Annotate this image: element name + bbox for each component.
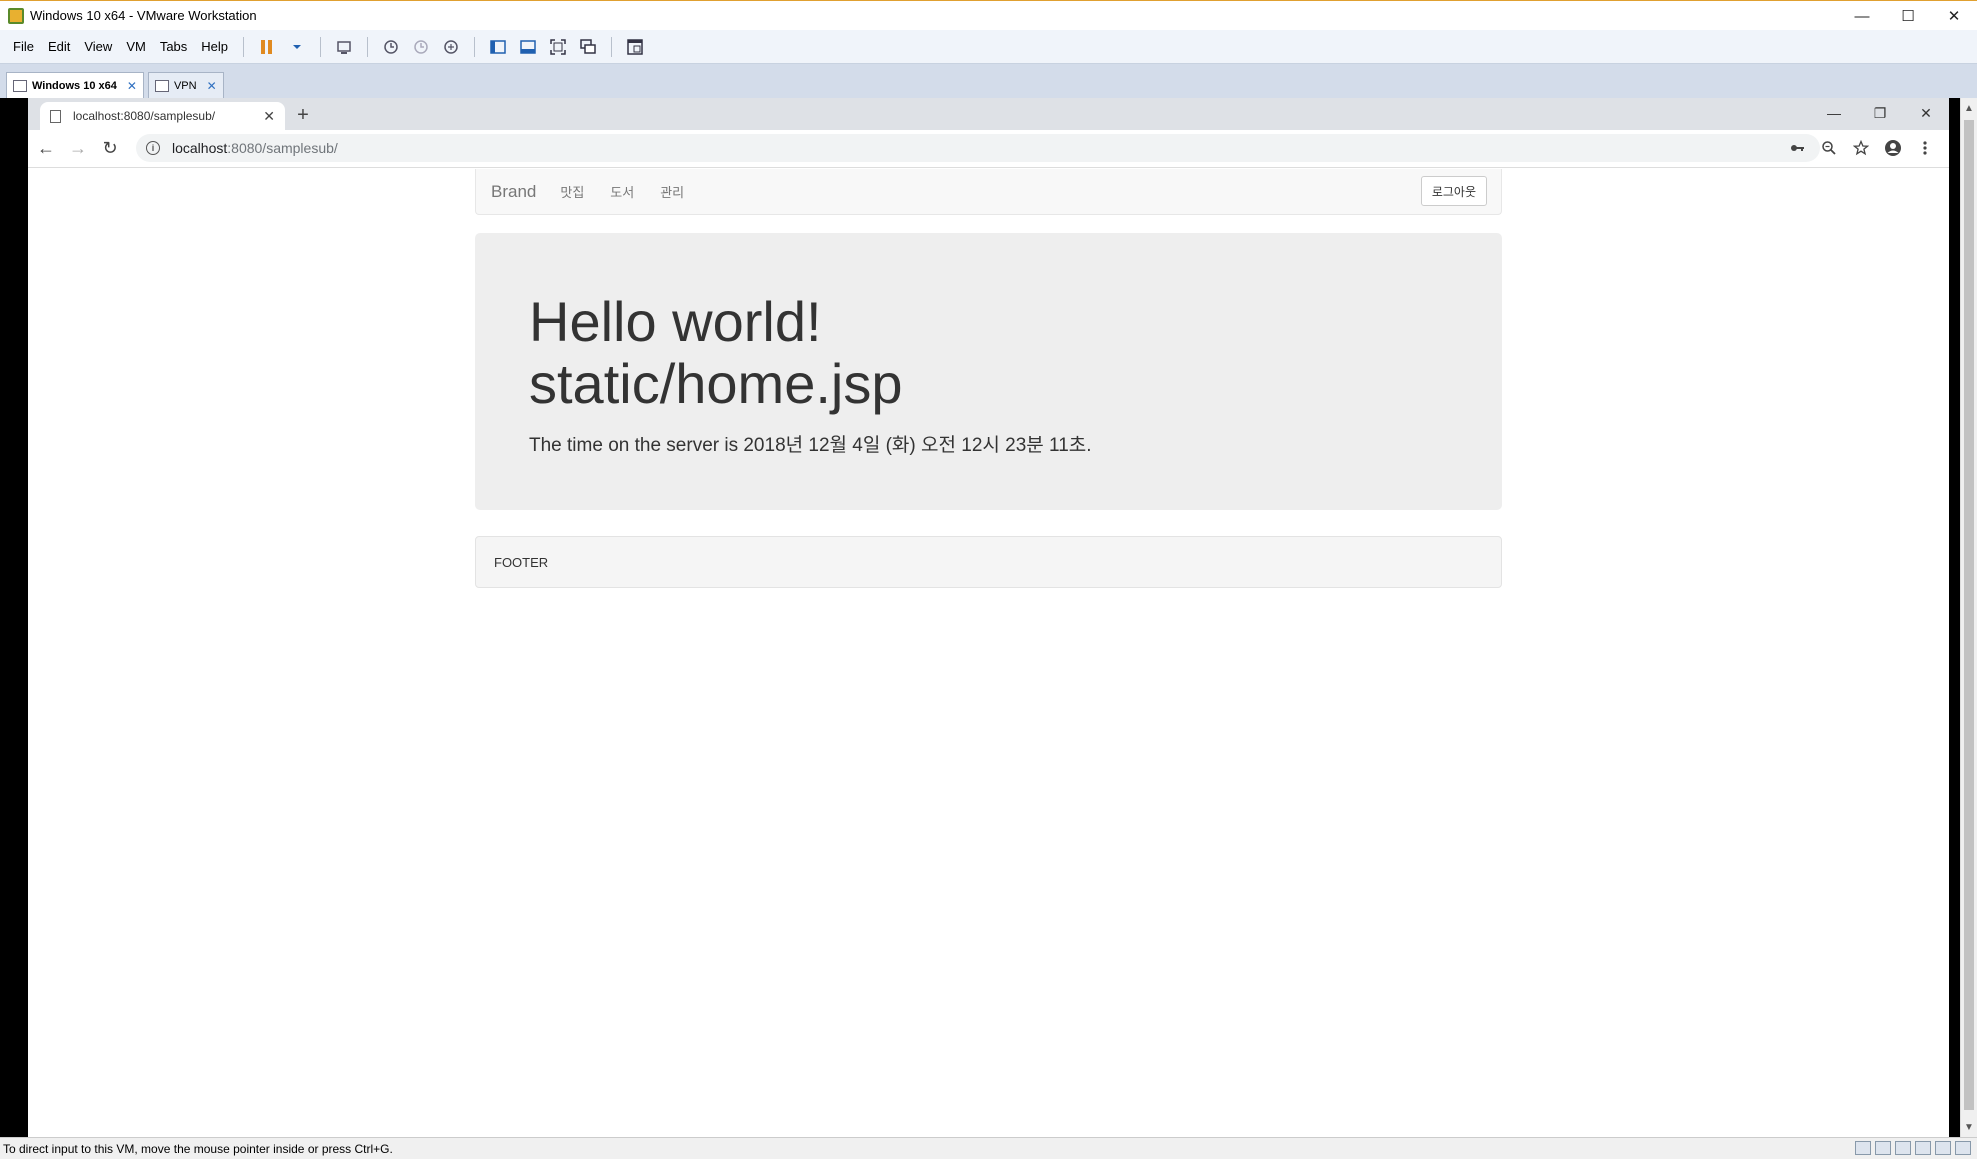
tab-label: Windows 10 x64 <box>32 79 117 92</box>
page-footer: FOOTER <box>475 536 1502 588</box>
close-icon[interactable]: ✕ <box>207 79 217 93</box>
vmware-title-bar: Windows 10 x64 - VMware Workstation — ☐ … <box>0 0 1977 30</box>
account-icon[interactable] <box>1877 134 1909 162</box>
window-title: Windows 10 x64 - VMware Workstation <box>30 8 257 23</box>
snapshot-icon[interactable] <box>380 36 402 58</box>
chrome-tab-title: localhost:8080/samplesub/ <box>73 109 216 123</box>
chrome-right-icons <box>1781 134 1941 162</box>
address-bar[interactable]: i localhost :8080/samplesub/ <box>136 134 1820 162</box>
tab-label: VPN <box>173 79 197 92</box>
unity-icon[interactable] <box>577 36 599 58</box>
scrollbar-thumb[interactable] <box>1964 120 1974 1110</box>
thumbnail-bar-icon[interactable] <box>517 36 539 58</box>
reload-button[interactable]: ↻ <box>96 135 124 163</box>
menu-view[interactable]: View <box>77 39 119 54</box>
tab-vpn[interactable]: VPN ✕ <box>147 72 224 98</box>
heading-line-2: static/home.jsp <box>529 352 903 415</box>
snapshot-manager-icon[interactable] <box>440 36 462 58</box>
menu-icon[interactable] <box>1909 134 1941 162</box>
status-text: To direct input to this VM, move the mou… <box>3 1141 393 1156</box>
scroll-down-icon[interactable]: ▼ <box>1961 1119 1977 1135</box>
heading-line-1: Hello world! <box>529 290 822 353</box>
send-ctrl-alt-del-icon[interactable] <box>333 36 355 58</box>
library-icon[interactable] <box>487 36 509 58</box>
menu-edit[interactable]: Edit <box>41 39 77 54</box>
vm-icon <box>13 79 27 92</box>
back-button[interactable]: ← <box>32 135 60 163</box>
message-log-icon[interactable] <box>1955 1141 1971 1155</box>
vmware-menu-bar: File Edit View VM Tabs Help <box>0 30 1977 64</box>
chrome-window: localhost:8080/samplesub/ ✕ + — ❐ ✕ ← → … <box>28 98 1949 1137</box>
chrome-tab-strip: localhost:8080/samplesub/ ✕ + — ❐ ✕ <box>28 98 1949 130</box>
toolbar-separator <box>320 36 322 57</box>
logout-button[interactable]: 로그아웃 <box>1420 176 1487 206</box>
nav-link-admin[interactable]: 관리 <box>660 182 684 201</box>
window-controls: — ☐ ✕ <box>1839 1 1977 31</box>
close-button[interactable]: ✕ <box>1931 1 1977 31</box>
revert-snapshot-icon[interactable] <box>410 36 432 58</box>
toolbar-separator <box>474 36 476 57</box>
chrome-window-controls: — ❐ ✕ <box>1811 98 1949 128</box>
web-page: Brand 맛집 도서 관리 로그아웃 Hello world! static/… <box>28 169 1949 1137</box>
chrome-close-button[interactable]: ✕ <box>1903 98 1949 128</box>
key-icon[interactable] <box>1781 134 1813 162</box>
vmware-status-bar: To direct input to this VM, move the mou… <box>0 1137 1977 1159</box>
minimize-button[interactable]: — <box>1839 1 1885 31</box>
vm-icon <box>154 79 169 92</box>
menu-vm[interactable]: VM <box>119 39 153 54</box>
jumbotron: Hello world! static/home.jsp The time on… <box>475 233 1502 510</box>
server-time-text: The time on the server is 2018년 12월 4일 (… <box>529 435 1092 456</box>
full-screen-icon[interactable] <box>547 36 569 58</box>
chrome-tab[interactable]: localhost:8080/samplesub/ ✕ <box>40 102 285 130</box>
toolbar-separator <box>367 36 369 57</box>
tab-windows-10[interactable]: Windows 10 x64 ✕ <box>6 72 144 98</box>
site-navbar: Brand 맛집 도서 관리 로그아웃 <box>475 169 1502 215</box>
chrome-toolbar: ← → ↻ i localhost :8080/samplesub/ <box>28 130 1949 168</box>
url-path: :8080/samplesub/ <box>227 140 338 156</box>
network-adapter-icon[interactable] <box>1895 1141 1911 1155</box>
url-host: localhost <box>172 140 228 156</box>
close-tab-icon[interactable]: ✕ <box>263 108 275 125</box>
console-view-icon[interactable] <box>624 36 646 58</box>
sound-card-icon[interactable] <box>1935 1141 1951 1155</box>
maximize-button[interactable]: ☐ <box>1885 1 1931 31</box>
menu-help[interactable]: Help <box>194 39 235 54</box>
menu-file[interactable]: File <box>6 39 41 54</box>
info-icon[interactable]: i <box>146 141 160 155</box>
vmware-tab-bar: Windows 10 x64 ✕ VPN ✕ <box>0 64 1977 98</box>
hard-disk-icon[interactable] <box>1855 1141 1871 1155</box>
close-icon[interactable]: ✕ <box>127 79 137 93</box>
navbar-brand[interactable]: Brand <box>491 182 536 202</box>
nav-link-restaurants[interactable]: 맛집 <box>560 182 584 201</box>
chevron-down-icon[interactable] <box>286 36 308 58</box>
vmware-app-icon <box>8 7 24 24</box>
star-icon[interactable] <box>1845 134 1877 162</box>
new-tab-button[interactable]: + <box>290 102 316 128</box>
scroll-up-icon[interactable]: ▲ <box>1961 100 1977 116</box>
device-status-icons <box>1851 1141 1971 1155</box>
toolbar-separator <box>611 36 613 57</box>
nav-link-books[interactable]: 도서 <box>610 182 634 201</box>
vm-scrollbar[interactable]: ▲ ▼ <box>1960 98 1977 1137</box>
chrome-minimize-button[interactable]: — <box>1811 98 1857 128</box>
toolbar-separator <box>243 36 245 57</box>
page-heading: Hello world! static/home.jsp <box>529 291 903 415</box>
pause-icon[interactable] <box>256 36 278 58</box>
zoom-icon[interactable] <box>1813 134 1845 162</box>
forward-button[interactable]: → <box>64 135 92 163</box>
menu-tabs[interactable]: Tabs <box>153 39 194 54</box>
chrome-restore-button[interactable]: ❐ <box>1857 98 1903 128</box>
printer-icon[interactable] <box>1915 1141 1931 1155</box>
page-icon <box>50 109 61 123</box>
cd-drive-icon[interactable] <box>1875 1141 1891 1155</box>
